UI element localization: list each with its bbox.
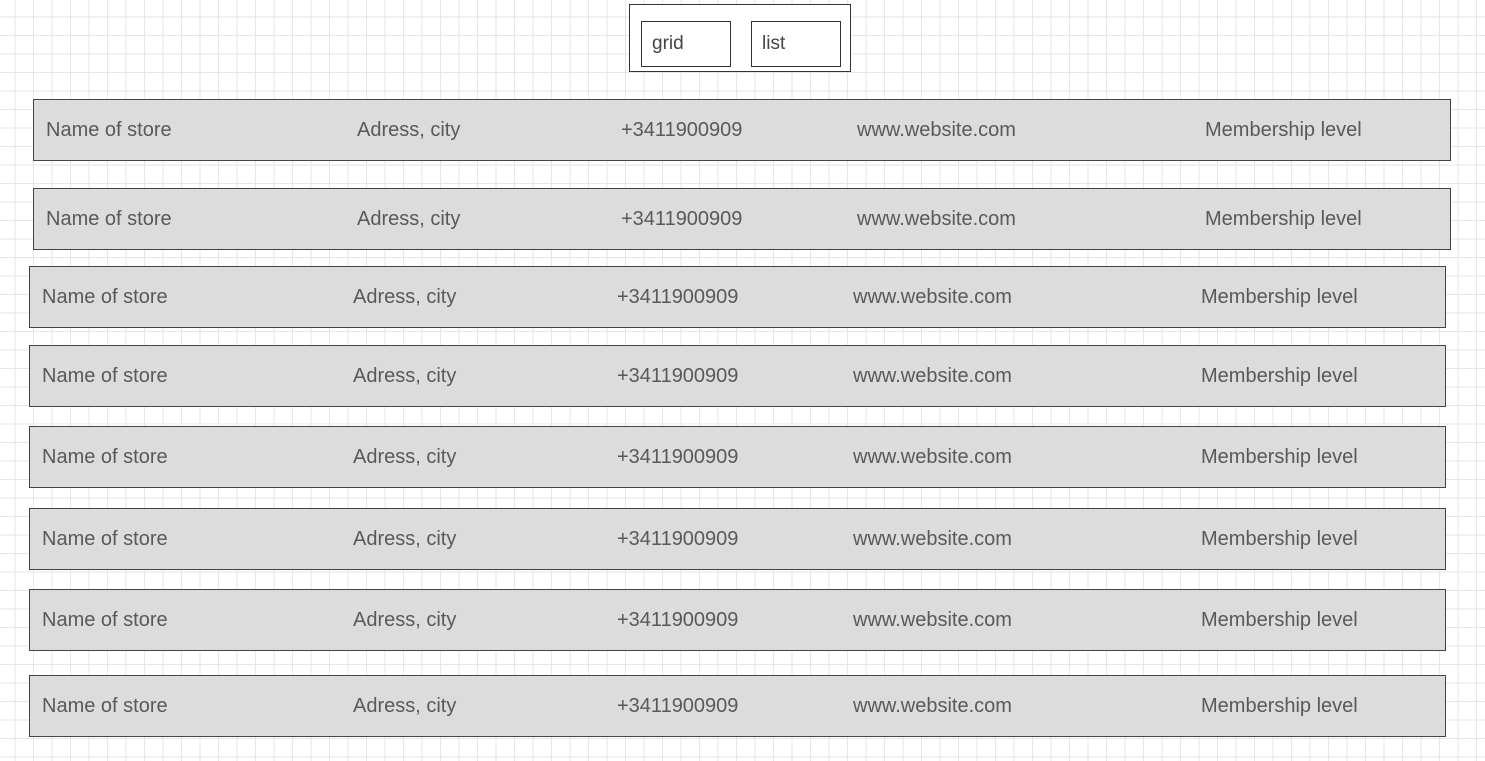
store-phone: +3411900909 (617, 695, 739, 717)
store-name: Name of store (42, 286, 168, 308)
store-name: Name of store (46, 208, 172, 230)
store-address: Adress, city (357, 208, 461, 230)
store-row[interactable]: Name of store Adress, city +3411900909 w… (29, 266, 1446, 328)
store-row[interactable]: Name of store Adress, city +3411900909 w… (29, 345, 1446, 407)
store-address: Adress, city (353, 695, 457, 717)
store-phone: +3411900909 (617, 365, 739, 387)
store-website: www.website.com (853, 609, 1012, 631)
store-website: www.website.com (853, 695, 1012, 717)
store-name: Name of store (42, 695, 168, 717)
store-name: Name of store (46, 119, 172, 141)
store-membership-level: Membership level (1201, 446, 1358, 468)
store-address: Adress, city (353, 446, 457, 468)
view-toggle: grid list (629, 4, 851, 72)
store-name: Name of store (42, 528, 168, 550)
store-membership-level: Membership level (1201, 609, 1358, 631)
store-address: Adress, city (357, 119, 461, 141)
store-row[interactable]: Name of store Adress, city +3411900909 w… (29, 675, 1446, 737)
store-phone: +3411900909 (617, 528, 739, 550)
store-phone: +3411900909 (617, 446, 739, 468)
store-website: www.website.com (853, 365, 1012, 387)
store-membership-level: Membership level (1201, 528, 1358, 550)
grid-view-button[interactable]: grid (641, 21, 731, 67)
store-address: Adress, city (353, 286, 457, 308)
store-website: www.website.com (853, 286, 1012, 308)
store-name: Name of store (42, 365, 168, 387)
store-row[interactable]: Name of store Adress, city +3411900909 w… (33, 99, 1451, 161)
store-website: www.website.com (853, 528, 1012, 550)
store-website: www.website.com (853, 446, 1012, 468)
store-membership-level: Membership level (1201, 286, 1358, 308)
store-membership-level: Membership level (1201, 695, 1358, 717)
store-membership-level: Membership level (1205, 119, 1362, 141)
store-membership-level: Membership level (1201, 365, 1358, 387)
store-phone: +3411900909 (621, 119, 743, 141)
store-address: Adress, city (353, 528, 457, 550)
store-website: www.website.com (857, 119, 1016, 141)
list-view-button[interactable]: list (751, 21, 841, 67)
store-name: Name of store (42, 446, 168, 468)
store-row[interactable]: Name of store Adress, city +3411900909 w… (33, 188, 1451, 250)
store-address: Adress, city (353, 609, 457, 631)
store-membership-level: Membership level (1205, 208, 1362, 230)
store-phone: +3411900909 (617, 286, 739, 308)
store-phone: +3411900909 (617, 609, 739, 631)
store-address: Adress, city (353, 365, 457, 387)
store-name: Name of store (42, 609, 168, 631)
store-row[interactable]: Name of store Adress, city +3411900909 w… (29, 508, 1446, 570)
store-website: www.website.com (857, 208, 1016, 230)
store-phone: +3411900909 (621, 208, 743, 230)
store-row[interactable]: Name of store Adress, city +3411900909 w… (29, 426, 1446, 488)
store-row[interactable]: Name of store Adress, city +3411900909 w… (29, 589, 1446, 651)
